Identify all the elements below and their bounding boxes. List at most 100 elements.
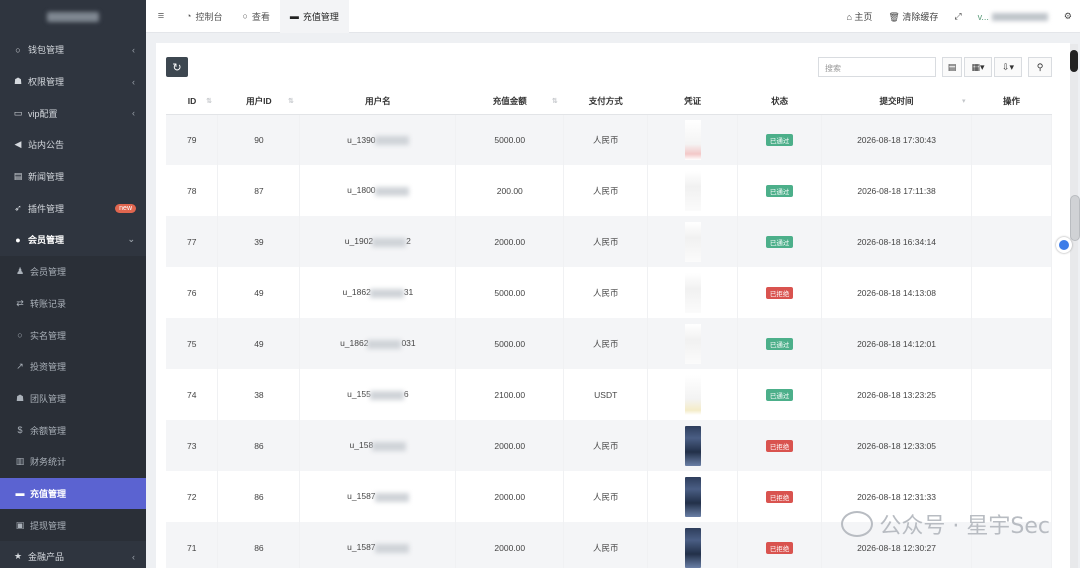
column-header-label: 状态 [771,95,789,106]
sidebar-item[interactable]: ➶ 插件管理 new [0,192,146,224]
status-badge: 已通过 [765,133,794,146]
home-button[interactable]: ⌂ 主页 [846,10,872,23]
column-header[interactable]: 凭证 [647,88,738,115]
column-header[interactable]: 状态 [737,88,822,115]
table-header: ID ⇅ 用户ID ⇅ 用户名 充值金额 ⇅ 支付方式 凭证 状态 提交时间 ▾ 操作 [166,88,1052,115]
cell-id: 73 [166,420,219,471]
cell-id: 71 [166,522,219,568]
voucher-thumbnail[interactable] [684,272,701,313]
newspaper-icon: ▤ [13,171,23,182]
column-header[interactable]: 用户名 [299,88,456,115]
column-header[interactable]: 提交时间 ▾ [821,88,972,115]
export-button[interactable]: ⇩▾ [994,57,1022,77]
fullscreen-icon[interactable]: ⤢ [954,11,961,22]
toggle-view-button[interactable]: ▤ [942,57,962,77]
search-input[interactable]: 搜索 [818,57,936,77]
cell-user-id: 49 [217,267,301,318]
username-text: u_1587 [347,491,376,502]
bullhorn-icon: ◀ [14,139,22,150]
sidebar-item[interactable]: ▥ 财务统计 [0,445,146,478]
voucher-thumbnail[interactable] [684,374,701,415]
sidebar-item[interactable]: ⇄ 转账记录 [0,287,146,320]
search-button[interactable]: ⚲ [1028,57,1052,77]
voucher-thumbnail[interactable] [684,527,701,568]
sidebar-item[interactable]: ▣ 提现管理 [0,509,146,541]
logo-blurred-text [47,12,99,22]
tab[interactable]: ◔ 控制台 [176,0,232,33]
sidebar-item[interactable]: ☗ 团队管理 [0,382,146,415]
voucher-thumbnail[interactable] [684,221,701,262]
column-header[interactable]: 用户ID ⇅ [217,88,300,115]
column-header[interactable]: 支付方式 [563,88,648,115]
sidebar-item-label: 转账记录 [30,298,67,309]
username-tail: 2 [406,236,411,247]
menu-toggle-icon[interactable]: ≡ [146,10,176,22]
voucher-thumbnail[interactable] [684,170,701,211]
sidebar-item[interactable]: ◀ 站内公告 [0,129,146,161]
column-header-label: 充值金额 [492,95,527,106]
exchange-icon: ⇄ [16,297,24,308]
table-icon: ▤ [947,61,957,72]
credit-card-icon: ▬ [289,11,299,21]
cell-actions [971,420,1053,471]
sort-icon[interactable]: ⇅ [552,97,558,105]
sidebar-item[interactable]: $ 余额管理 [0,414,146,446]
scrollbar-top-handle[interactable] [1070,50,1078,72]
home-label: 主页 [854,12,873,22]
cell-id: 72 [166,471,219,522]
sidebar-item[interactable]: ↗ 投资管理 [0,350,146,383]
columns-icon: ▦▾ [971,61,985,72]
settings-icon[interactable]: ⚙ [1064,11,1072,22]
cell-status: 已通过 [737,318,823,369]
sidebar-item-label: 站内公告 [28,140,65,151]
sidebar-item[interactable]: ★ 金融产品 ‹ [0,541,146,568]
chevron-icon: ‹ [132,551,135,562]
user-menu[interactable]: v... [978,12,1048,22]
cell-actions [971,369,1053,420]
cell-voucher [647,522,739,568]
cell-actions [971,318,1053,369]
cell-username: u_1800 [299,165,457,216]
voucher-thumbnail[interactable] [684,119,701,160]
column-header[interactable]: ID ⇅ [166,88,218,115]
sidebar-item[interactable]: ● 会员管理 ⌄ [0,224,146,256]
clear-cache-button[interactable]: 🗑 清除缓存 [888,10,938,23]
username-blurred [367,339,402,349]
voucher-thumbnail[interactable] [684,323,701,364]
cell-amount: 5000.00 [455,114,565,165]
tab[interactable]: ○ 查看 [232,0,279,33]
columns-button[interactable]: ▦▾ [964,57,992,77]
top-right-actions: ⌂ 主页 🗑 清除缓存 ⤢ v... ⚙ [846,0,1072,33]
cell-amount: 2100.00 [455,369,565,420]
sidebar-item[interactable]: ○ 实名管理 [0,319,146,351]
cell-actions [971,165,1053,216]
sort-icon[interactable]: ⇅ [206,97,212,105]
sidebar-item[interactable]: ○ 钱包管理 ‹ [0,34,146,66]
sidebar-item[interactable]: ▤ 新闻管理 [0,161,146,193]
voucher-thumbnail[interactable] [684,476,701,517]
voucher-thumbnail[interactable] [684,425,701,466]
sidebar-item[interactable]: ☗ 权限管理 ‹ [0,66,146,98]
scrollbar[interactable] [1070,44,1078,568]
sort-icon[interactable]: ⇅ [288,97,294,105]
cell-user-id: 86 [217,471,301,522]
column-header[interactable]: 操作 [971,88,1052,115]
sidebar-item[interactable]: ▭ vip配置 ‹ [0,97,146,129]
column-header[interactable]: 充值金额 ⇅ [455,88,564,115]
cell-username: u_1587 [299,471,457,522]
cell-amount: 2000.00 [455,420,565,471]
sidebar-item[interactable]: ▬ 充值管理 [0,477,146,510]
sidebar-item[interactable]: ♟ 会员管理 [0,255,146,288]
scrollbar-thumb[interactable] [1070,195,1080,241]
floating-action-icon[interactable] [1056,237,1072,253]
cell-username: u_1390 [299,114,457,165]
status-badge: 已通过 [765,337,794,350]
refresh-button[interactable]: ↻ [166,57,188,77]
cell-submit-time: 2026-08-18 13:23:25 [821,369,972,420]
tab-bar: ◔ 控制台 ○ 查看 ▬ 充值管理 [176,0,349,33]
status-badge: 已拒绝 [765,286,794,299]
column-header-label: 用户ID [246,95,272,106]
column-header-label: 凭证 [684,95,702,106]
tab[interactable]: ▬ 充值管理 [279,0,349,33]
sort-desc-icon[interactable]: ▾ [962,97,966,105]
